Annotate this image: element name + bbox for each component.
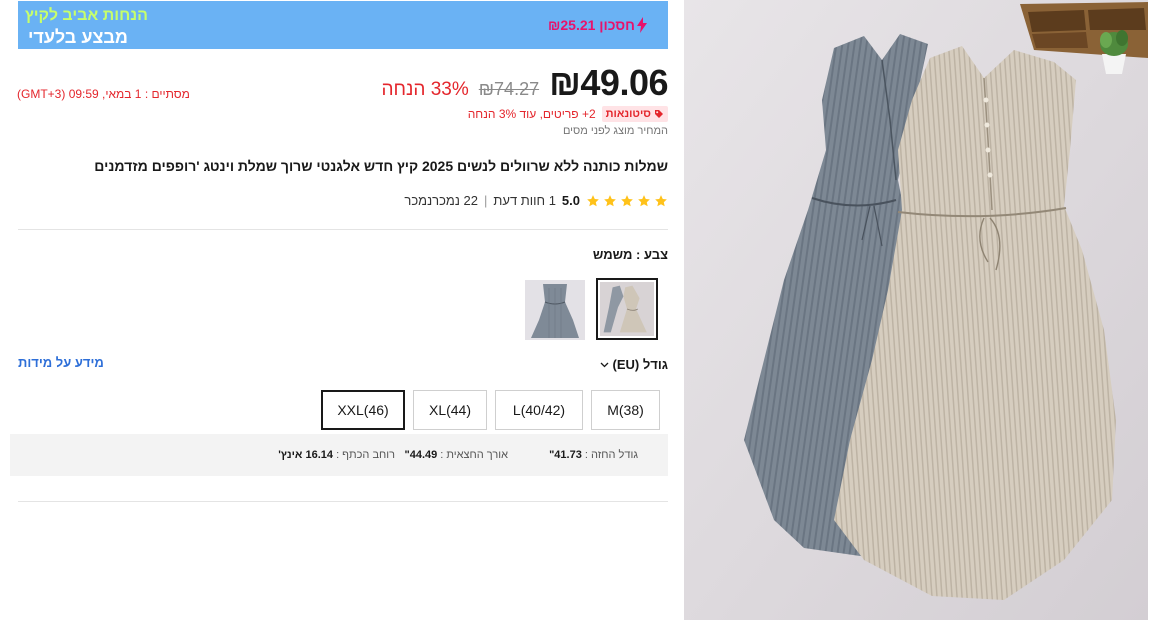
shoulder-label: רוחב הכתף : [333,449,395,461]
product-main-image[interactable] [684,0,1148,620]
star-icon [604,194,616,206]
size-option-xxl46[interactable]: XXL(46) [321,390,405,430]
star-icon [638,194,650,206]
color-swatch-apricot[interactable] [596,278,658,340]
divider [18,229,668,230]
chevron-down-icon [600,362,608,367]
reviews-link[interactable]: 1 חוות דעת [493,193,556,208]
promo-savings: חסכון ₪25.21 [548,17,648,33]
shoulder-measure: רוחב הכתף : 16.14 אינץ' [278,449,395,461]
promo-subtitle: מבצע בלעדי [28,27,128,47]
bust-label: גודל החזה : [581,449,638,461]
promo-banner[interactable]: הנחות אביב לקיץ מבצע בלעדי חסכון ₪25.21 [18,1,668,49]
current-price: ₪49.06 [549,62,668,103]
rating-row[interactable]: 5.0 1 חוות דעת | 22 נמכרנמכר [404,193,668,208]
bust-measure: גודל החזה : 41.73" [549,449,638,461]
swatch-gray-image [525,280,585,340]
sale-countdown: מסתיים : 1 במאי, 09:59 (GMT+3) [17,87,190,101]
bulk-text: 2+ פריטים, עוד 3% הנחה [467,107,596,121]
rating-stars [586,194,668,208]
hips-value: 44.49" [404,449,438,461]
tag-icon [655,110,663,118]
size-option-l40-42[interactable]: L(40/42) [495,390,583,430]
savings-text: חסכון ₪25.21 [548,17,635,33]
tax-note: המחיר מוצג לפני מסים [562,125,668,137]
size-selector-toggle[interactable]: גודל (EU) [600,357,669,372]
bulk-badge-label: סיטונאות [605,108,651,120]
price-row: ₪49.06 ₪74.27 33% הנחה [381,62,668,104]
sold-count: 22 נמכרנמכר [404,193,479,208]
dress-photo [684,0,1148,620]
bulk-badge: סיטונאות [601,106,668,122]
bulk-offer: סיטונאות 2+ פריטים, עוד 3% הנחה [468,106,668,122]
color-label: צבע : משמש [592,247,668,262]
product-title: שמלות כותנה ללא שרוולים לנשים 2025 קיץ ח… [94,158,668,174]
star-icon [587,194,599,206]
hips-label: אורך החצאית : [437,449,508,461]
divider [18,501,668,502]
bust-value: 41.73" [549,449,582,461]
wooden-tray [1020,2,1148,58]
size-guide-link[interactable]: מידע על מידות [18,355,104,370]
lightning-icon [636,17,647,33]
size-label: גודל (EU) [612,357,669,372]
size-measurements: גודל החזה : 41.73" אורך החצאית : 44.49" … [10,434,668,476]
size-option-xl44[interactable]: XL(44) [413,390,487,430]
promo-title: הנחות אביב לקיץ [24,7,148,24]
star-icon [621,194,633,206]
discount-label: 33% הנחה [381,79,469,100]
rating-separator: | [484,193,488,208]
star-icon [655,194,667,206]
swatch-apricot-image [600,282,654,336]
rating-value: 5.0 [561,193,580,208]
original-price: ₪74.27 [478,79,540,99]
size-option-m38[interactable]: M(38) [591,390,660,430]
shoulder-value: 16.14 אינץ' [278,449,334,461]
color-swatch-gray[interactable] [525,280,585,340]
hips-measure: אורך החצאית : 44.49" [404,449,508,461]
